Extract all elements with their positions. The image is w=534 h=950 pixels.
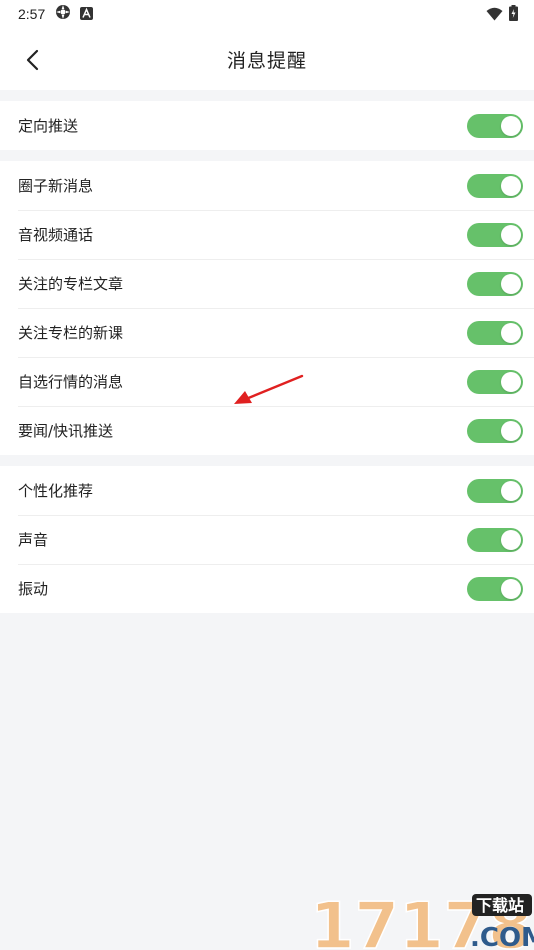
setting-label: 关注专栏的新课 <box>18 324 124 342</box>
setting-row-targeted-push: 定向推送 <box>0 101 534 150</box>
setting-label: 关注的专栏文章 <box>18 275 124 293</box>
setting-label: 个性化推荐 <box>18 482 94 500</box>
setting-label: 振动 <box>18 580 49 598</box>
status-bar: 2:57 <box>0 0 534 28</box>
setting-label: 圈子新消息 <box>18 177 94 195</box>
personalized-recommendation-toggle[interactable] <box>467 478 523 503</box>
toggle-knob <box>501 175 521 196</box>
section-gap <box>0 90 534 101</box>
toggle-knob <box>501 224 521 245</box>
status-time: 2:57 <box>18 6 46 22</box>
setting-label: 要闻/快讯推送 <box>18 422 114 440</box>
watermark-logo: 17178 下载站 .COM <box>310 889 534 950</box>
back-button[interactable] <box>14 42 50 78</box>
av-call-toggle[interactable] <box>467 222 523 247</box>
page-title: 消息提醒 <box>226 49 307 72</box>
toggle-knob <box>501 529 521 550</box>
vibration-toggle[interactable] <box>467 576 523 601</box>
wifi-icon <box>486 6 503 25</box>
setting-label: 音视频通话 <box>18 226 94 244</box>
toggle-knob <box>501 578 521 599</box>
section-gap <box>0 455 534 466</box>
setting-row-sound: 声音 <box>0 515 534 564</box>
targeted-push-toggle[interactable] <box>467 113 523 138</box>
toggle-knob <box>501 371 521 392</box>
app-a-icon <box>80 5 94 24</box>
setting-row-followed-column-articles: 关注的专栏文章 <box>0 259 534 308</box>
header: 消息提醒 <box>0 28 534 90</box>
settings-group-preferences: 个性化推荐 声音 振动 <box>0 466 534 613</box>
setting-row-personalized-recommendation: 个性化推荐 <box>0 466 534 515</box>
settings-group-notifications: 圈子新消息 音视频通话 关注的专栏文章 关注专栏的新课 自选行情的消息 要闻/快… <box>0 161 534 455</box>
settings-gear-icon <box>55 4 71 24</box>
settings-group-push: 定向推送 <box>0 101 534 150</box>
watchlist-market-messages-toggle[interactable] <box>467 369 523 394</box>
toggle-knob <box>501 115 521 136</box>
toggle-knob <box>501 480 521 501</box>
setting-label: 定向推送 <box>18 117 79 135</box>
followed-column-courses-toggle[interactable] <box>467 320 523 345</box>
setting-label: 自选行情的消息 <box>18 373 124 391</box>
watermark-badge: 下载站 <box>476 896 524 915</box>
followed-column-articles-toggle[interactable] <box>467 271 523 296</box>
setting-row-followed-column-courses: 关注专栏的新课 <box>0 308 534 357</box>
news-flash-push-toggle[interactable] <box>467 418 523 443</box>
setting-row-circle-messages: 圈子新消息 <box>0 161 534 210</box>
setting-row-news-flash-push: 要闻/快讯推送 <box>0 406 534 455</box>
battery-charging-icon <box>509 5 518 25</box>
toggle-knob <box>501 273 521 294</box>
annotation-arrow-icon <box>234 374 304 404</box>
status-icons-right <box>486 5 518 25</box>
circle-messages-toggle[interactable] <box>467 173 523 198</box>
toggle-knob <box>501 322 521 343</box>
chevron-left-icon <box>26 49 39 71</box>
setting-row-vibration: 振动 <box>0 564 534 613</box>
section-gap <box>0 150 534 161</box>
setting-label: 声音 <box>18 531 49 549</box>
setting-row-av-call: 音视频通话 <box>0 210 534 259</box>
watermark-domain: .COM <box>470 923 534 950</box>
status-icons-left <box>55 4 94 24</box>
sound-toggle[interactable] <box>467 527 523 552</box>
toggle-knob <box>501 420 521 441</box>
